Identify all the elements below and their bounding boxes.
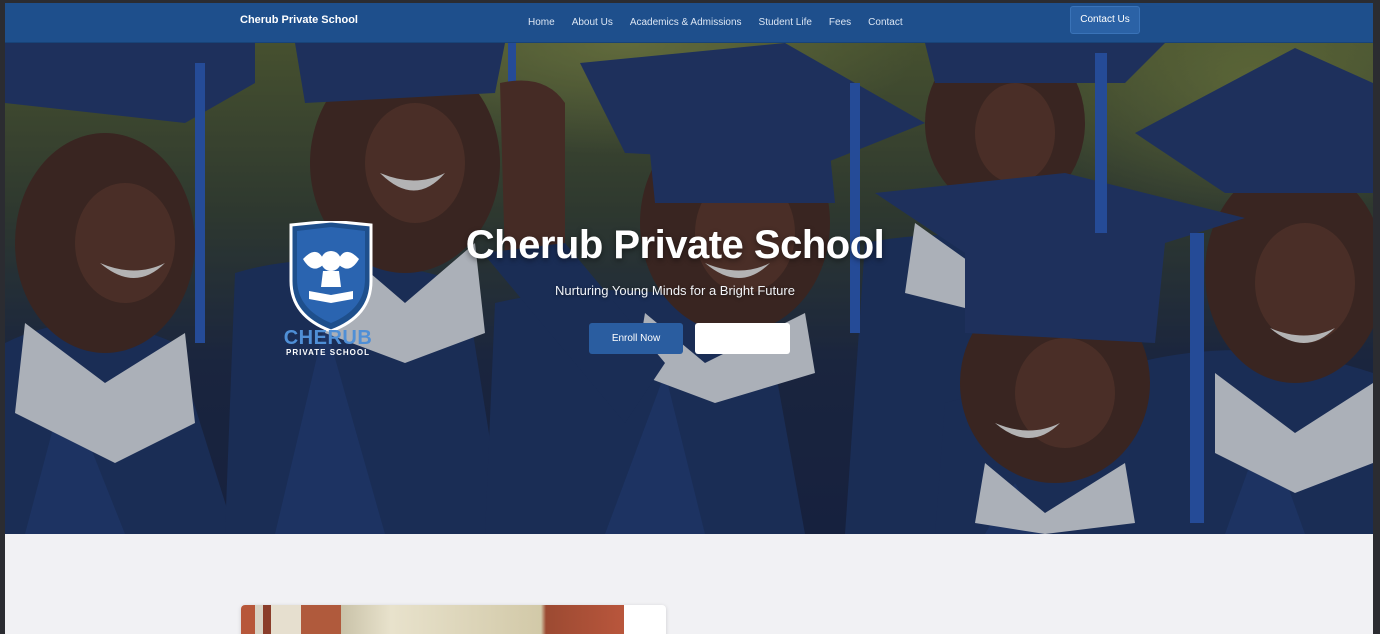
hero-title: Cherub Private School [465,223,885,267]
nav-link-student-life[interactable]: Student Life [759,6,812,40]
navbar: Cherub Private School Home About Us Acad… [5,3,1373,43]
crest-name: CHERUB [283,327,373,349]
enroll-now-button[interactable]: Enroll Now [589,323,683,354]
browser-viewport: Cherub Private School Home About Us Acad… [5,3,1373,634]
hero-secondary-button[interactable] [695,323,790,354]
about-image-card [241,605,666,634]
nav-link-fees[interactable]: Fees [829,6,851,40]
nav-link-about-us[interactable]: About Us [572,6,613,40]
brand-logo-text[interactable]: Cherub Private School [240,3,358,43]
hero-section: CHERUB PRIVATE SCHOOL Cherub Private Sch… [5,43,1373,534]
nav-links: Home About Us Academics & Admissions Stu… [528,3,920,43]
crest-subname: PRIVATE SCHOOL [286,348,370,357]
nav-link-home[interactable]: Home [528,6,555,40]
nav-link-contact[interactable]: Contact [868,6,902,40]
nav-link-academics-admissions[interactable]: Academics & Admissions [630,6,742,40]
hero-subtitle: Nurturing Young Minds for a Bright Futur… [555,283,795,298]
contact-us-button[interactable]: Contact Us [1070,6,1140,34]
about-section [5,534,1373,634]
school-building-image [241,605,624,634]
